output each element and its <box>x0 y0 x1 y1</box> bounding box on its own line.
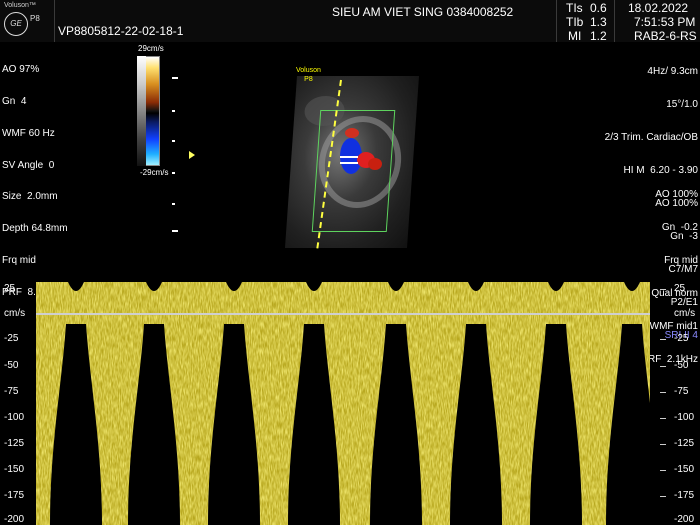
scale-label: -50 <box>4 360 19 371</box>
scale-label: -150 <box>4 464 25 475</box>
scale-tick <box>660 470 666 471</box>
velocity-unit: cm/s <box>674 308 696 319</box>
scale-label: -175 <box>674 490 695 501</box>
header-divider <box>556 0 557 42</box>
left-parameters: AO 97% Gn 4 WMF 60 Hz SV Angle 0 Size 2.… <box>2 44 68 309</box>
brand-label: Voluson™ <box>4 2 36 9</box>
scale-tick <box>660 366 666 367</box>
scale-tick <box>660 418 666 419</box>
param-line: AO 100% <box>655 189 698 200</box>
depth-marker <box>172 172 175 174</box>
index-label-tib: TIb <box>566 15 584 29</box>
header-divider <box>614 0 615 42</box>
color-flow-red <box>368 158 382 170</box>
param-line: WMF 60 Hz <box>2 127 55 139</box>
scale-label: -200 <box>4 514 25 525</box>
scale-tick <box>660 444 666 445</box>
scale-label: -25 <box>4 333 19 344</box>
scale-label: -125 <box>674 438 695 449</box>
scale-label: -125 <box>4 438 25 449</box>
color-bar-bottom-label: -29cm/s <box>140 168 169 177</box>
scale-label: 25 <box>4 283 16 294</box>
doppler-baseline <box>36 313 650 315</box>
doppler-spectrum <box>36 282 650 525</box>
scale-tick <box>660 496 666 497</box>
patient-id: VP8805812-22-02-18-1 <box>58 24 184 38</box>
index-value-tib: 1.3 <box>590 15 607 29</box>
param-line: SV Angle 0 <box>2 159 55 171</box>
param-line: Frq mid <box>2 254 36 266</box>
scale-label: -175 <box>4 490 25 501</box>
exam-date: 18.02.2022 <box>628 1 689 15</box>
color-bar-top-label: 29cm/s <box>138 44 164 53</box>
clinic-name: SIEU AM VIET SING 0384008252 <box>332 5 514 19</box>
scale-label: -150 <box>674 464 695 475</box>
depth-marker <box>172 230 178 232</box>
scale-tick <box>660 339 666 340</box>
probe-name: RAB2-6-RS <box>634 29 697 43</box>
scale-tick <box>660 289 666 290</box>
param-line: 4Hz/ 9.3cm <box>647 66 698 77</box>
header-divider <box>54 0 55 42</box>
index-label-tis: TIs <box>566 1 583 15</box>
grayscale-bar <box>137 56 146 166</box>
scale-label: -75 <box>674 386 689 397</box>
color-flow-red <box>345 128 359 138</box>
param-line: AO 97% <box>2 64 40 76</box>
scale-label: -75 <box>4 386 19 397</box>
scale-label: -50 <box>674 360 689 371</box>
param-line: Depth 64.8mm <box>2 223 68 235</box>
depth-marker <box>172 110 175 112</box>
scale-label: 25 <box>674 283 686 294</box>
param-line: Gn -0.2 <box>661 222 698 233</box>
depth-marker <box>172 203 175 205</box>
scale-label: -100 <box>674 412 695 423</box>
param-line: 15°/1.0 <box>666 99 698 110</box>
exam-time: 7:51:53 PM <box>634 15 696 29</box>
depth-marker <box>172 77 178 79</box>
param-line: 2/3 Trim. Cardiac/OB <box>604 132 698 143</box>
image-logo-brand: Voluson <box>296 67 321 74</box>
param-line: Frq mid <box>664 255 698 266</box>
ge-logo-icon: GE <box>4 12 28 36</box>
sample-gate-top[interactable] <box>340 156 358 158</box>
index-label-mi: MI <box>568 29 582 43</box>
image-logo: Voluson P8 <box>296 66 321 84</box>
index-value-mi: 1.2 <box>590 29 607 43</box>
scale-label: -25 <box>674 333 689 344</box>
depth-marker <box>172 140 175 142</box>
sample-gate-bottom[interactable] <box>340 162 358 164</box>
velocity-unit: cm/s <box>4 308 26 319</box>
scale-label: -100 <box>4 412 25 423</box>
param-line: Gn 4 <box>2 95 27 107</box>
scale-tick <box>660 392 666 393</box>
scale-label: -200 <box>674 514 695 525</box>
model-label: P8 <box>30 14 40 23</box>
focus-pointer-icon <box>189 151 195 159</box>
param-line: Size 2.0mm <box>2 191 58 203</box>
index-value-tis: 0.6 <box>590 1 607 15</box>
image-logo-model: P8 <box>304 76 313 83</box>
